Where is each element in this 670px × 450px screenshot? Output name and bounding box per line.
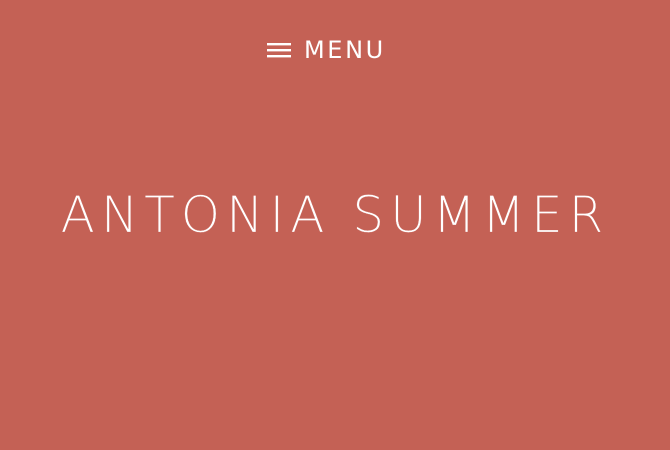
menu-toggle-button[interactable]: MENU xyxy=(266,34,386,66)
menu-label: MENU xyxy=(304,36,386,64)
page: MENU ANTONIA SUMMER xyxy=(0,0,670,450)
site-title: ANTONIA SUMMER xyxy=(60,186,610,244)
hamburger-menu-icon xyxy=(267,43,291,58)
